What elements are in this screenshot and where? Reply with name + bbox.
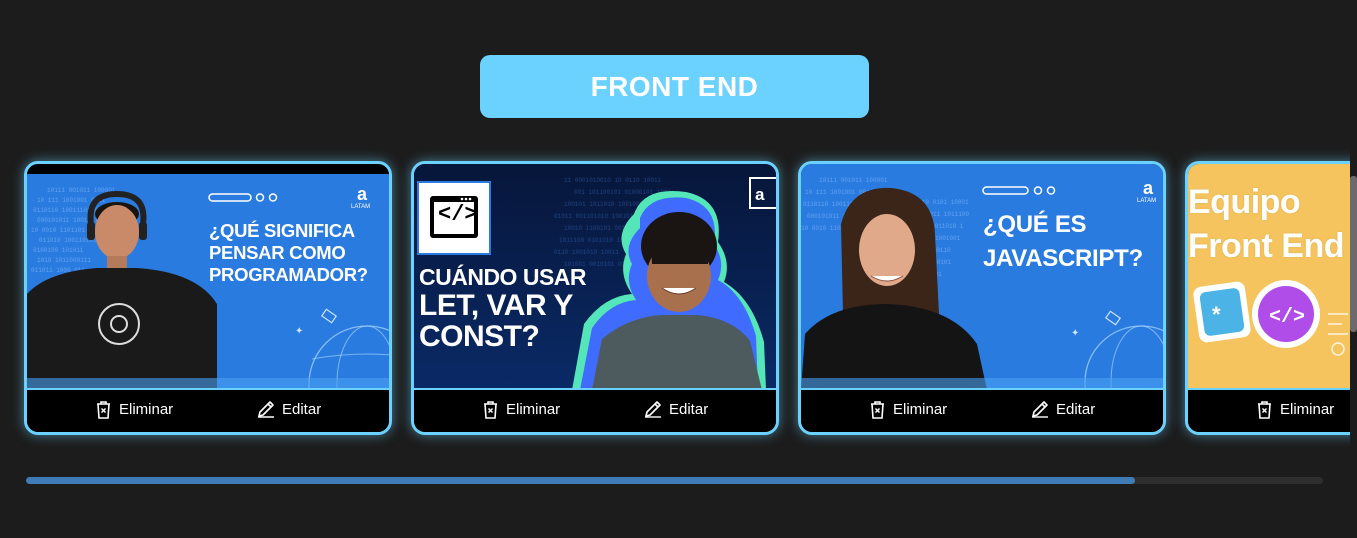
- video-card[interactable]: 11 0001010010 10 0110 10011 001 10110010…: [411, 161, 779, 435]
- trash-icon: [869, 400, 886, 419]
- svg-text:10 0010 1101101 01: 10 0010 1101101 01: [31, 227, 96, 234]
- svg-text:*: *: [1212, 302, 1221, 327]
- thumbnail-code-icon: </>: [438, 202, 478, 227]
- video-thumbnail[interactable]: 10111 001011 100001 10 111 1001001 0011 …: [801, 164, 1163, 390]
- svg-text:LATAM: LATAM: [1137, 198, 1156, 204]
- edit-label: Editar: [1056, 400, 1096, 418]
- svg-text:01011 001101010 100101: 01011 001101010 100101: [554, 213, 634, 220]
- video-card[interactable]: 10111 001011 100001 10 111 1001001 0011 …: [798, 161, 1166, 435]
- video-card[interactable]: * </> Equipo Front End Eliminar: [1185, 161, 1350, 435]
- svg-text:LATAM: LATAM: [351, 204, 370, 210]
- edit-label: Editar: [669, 400, 709, 418]
- delete-label: Eliminar: [1280, 401, 1335, 418]
- carousel-scrollbar-thumb[interactable]: [26, 477, 1135, 484]
- delete-label: Eliminar: [119, 401, 174, 418]
- trash-icon: [1256, 400, 1273, 419]
- svg-text:a: a: [755, 185, 765, 204]
- svg-text:10111 001011 100001: 10111 001011 100001: [819, 177, 888, 184]
- svg-text:a: a: [357, 184, 368, 204]
- video-thumbnail[interactable]: * </> Equipo Front End: [1188, 164, 1350, 390]
- delete-button[interactable]: Eliminar: [482, 400, 560, 419]
- delete-label: Eliminar: [506, 401, 561, 418]
- thumbnail-title: ¿QUÉ SIGNIFICA PENSAR COMO PROGRAMADOR?: [209, 220, 368, 285]
- edit-button[interactable]: Editar: [257, 400, 321, 418]
- pencil-icon: [257, 400, 275, 418]
- svg-text:1011100 0101010 1011: 1011100 0101010 1011: [559, 237, 631, 244]
- thumbnail-title: LET, VAR Y CONST?: [419, 289, 573, 353]
- trash-icon: [482, 400, 499, 419]
- delete-label: Eliminar: [893, 401, 948, 418]
- svg-text:0110 1001010 10011: 0110 1001010 10011: [554, 249, 619, 256]
- pencil-icon: [1031, 400, 1049, 418]
- card-actions: Eliminar: [1188, 388, 1350, 432]
- svg-text:</>: </>: [1269, 306, 1305, 329]
- card-actions: Eliminar Editar: [801, 388, 1163, 432]
- delete-button[interactable]: Eliminar: [1256, 400, 1334, 419]
- svg-text:0100100 101011: 0100100 101011: [33, 247, 84, 254]
- video-thumbnail[interactable]: 11 0001010010 10 0110 10011 001 10110010…: [414, 164, 776, 390]
- svg-text:a: a: [1143, 178, 1154, 198]
- edit-button[interactable]: Editar: [644, 400, 708, 418]
- card-actions: Eliminar Editar: [414, 388, 776, 432]
- svg-text:✦: ✦: [295, 326, 303, 337]
- svg-text:✦: ✦: [1071, 328, 1079, 339]
- thumbnail-subtitle: CUÁNDO USAR: [419, 264, 587, 290]
- trash-icon: [95, 400, 112, 419]
- video-carousel[interactable]: 10111 001011 100001 10 111 1001001 0011 …: [0, 0, 1350, 538]
- card-actions: Eliminar Editar: [27, 388, 389, 432]
- svg-text:11 0001010010 10 0110 10011: 11 0001010010 10 0110 10011: [564, 177, 662, 184]
- svg-text:100101 1011010 10010001: 100101 1011010 10010001: [564, 201, 647, 208]
- thumbnail-title: ¿QUÉ ES JAVASCRIPT?: [983, 211, 1143, 272]
- delete-button[interactable]: Eliminar: [869, 400, 947, 419]
- video-thumbnail[interactable]: 10111 001011 100001 10 111 1001001 0011 …: [27, 164, 389, 390]
- svg-text:1010 1011000111: 1010 1011000111: [37, 257, 91, 264]
- pencil-icon: [644, 400, 662, 418]
- video-card[interactable]: 10111 001011 100001 10 111 1001001 0011 …: [24, 161, 392, 435]
- delete-button[interactable]: Eliminar: [95, 400, 173, 419]
- edit-button[interactable]: Editar: [1031, 400, 1095, 418]
- edit-label: Editar: [282, 400, 322, 418]
- thumbnail-title: Equipo Front End: [1188, 183, 1345, 265]
- carousel-scrollbar[interactable]: [26, 477, 1323, 484]
- vertical-scrollbar[interactable]: [1350, 176, 1357, 332]
- svg-text:000101011 100101101: 000101011 100101101: [37, 217, 106, 224]
